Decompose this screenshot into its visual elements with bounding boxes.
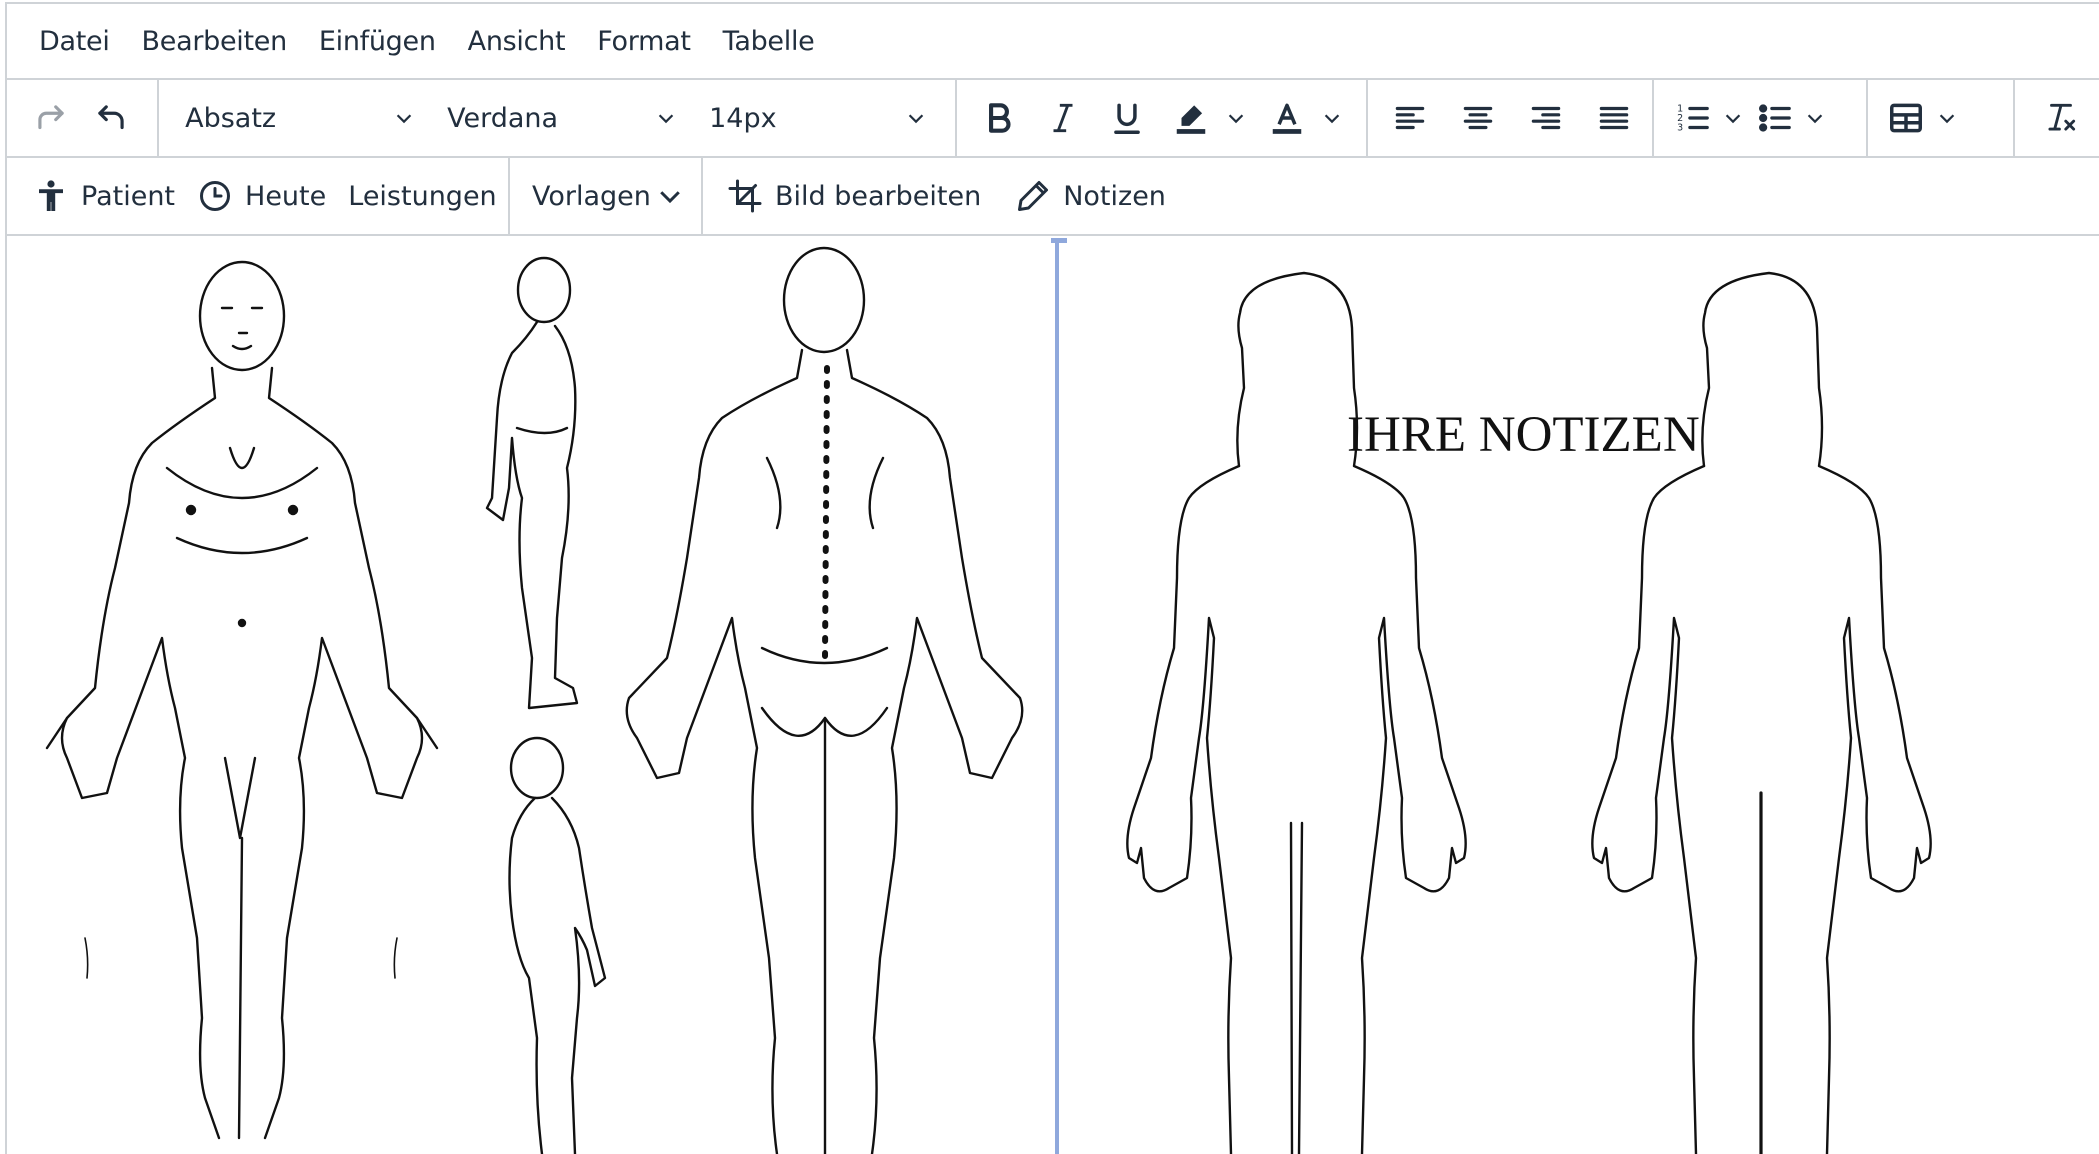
text-color-button[interactable] [1259,90,1315,146]
list-group: 123 [1654,80,1868,156]
pencil-icon [1018,181,1049,211]
edit-image-button[interactable]: Bild bearbeiten [717,168,991,224]
menu-ansicht[interactable]: Ansicht [454,18,580,65]
underline-button[interactable] [1099,90,1155,146]
alignment-group [1368,80,1655,156]
chevron-down-icon[interactable] [1800,90,1830,146]
back-body-figure [625,246,1024,1154]
table-group [1868,80,2015,156]
text-format-group [957,80,1369,156]
menubar: Datei Bearbeiten Einfügen Ansicht Format… [7,4,2099,80]
undo-button[interactable] [83,90,139,146]
services-label: Leistungen [348,180,497,212]
chevron-down-icon [655,168,685,224]
highlight-split-button[interactable] [1163,90,1251,146]
italic-icon [1053,103,1073,133]
crop-icon [728,179,762,213]
today-label: Heute [245,180,327,212]
align-center-button[interactable] [1450,90,1506,146]
font-size-value: 14px [709,102,777,134]
formatting-toolbar: Absatz Verdana 14px 1 2 3 [7,80,2099,158]
custom-toolbar: Patient Heute Leistungen Vorlagen Bild b… [7,158,2099,236]
clear-formatting-icon [2048,103,2076,131]
undo-icon [98,105,124,130]
font-family-value: Verdana [447,102,559,134]
today-button[interactable]: Heute [187,168,336,224]
block-format-value: Absatz [185,102,277,134]
templates-group: Vorlagen [510,158,703,234]
font-family-select[interactable]: Verdana [433,90,695,146]
numbered-list-split-button[interactable]: 123 [1670,90,1748,146]
bullet-list-icon [1759,104,1791,132]
table-icon [1889,103,1922,133]
notes-heading: IHRE NOTIZEN [1347,407,1700,463]
editor-content[interactable]: IHRE NOTIZEN [7,238,2099,1154]
underline-icon [1114,103,1140,134]
menu-datei[interactable]: Datei [25,18,124,65]
highlight-button[interactable] [1163,90,1219,146]
align-right-button[interactable] [1518,90,1574,146]
align-justify-icon [1599,106,1629,130]
front-body-figure [45,260,439,1140]
body-outline-image[interactable] [1064,238,2099,1154]
side-body-figure-lower [508,736,607,1154]
italic-button[interactable] [1035,90,1091,146]
patient-label: Patient [81,180,176,212]
chevron-down-icon[interactable] [1932,90,1962,146]
chevron-down-icon[interactable] [1718,90,1748,146]
bold-button[interactable] [971,90,1027,146]
chevron-down-icon [651,90,681,146]
chevron-down-icon[interactable] [1221,90,1251,146]
table-button[interactable] [1882,90,1930,146]
text-style-group: Absatz Verdana 14px [159,80,958,156]
align-left-button[interactable] [1382,90,1438,146]
clock-icon [200,181,231,211]
image-resize-handle[interactable] [1055,238,1064,1154]
templates-menu-button[interactable]: Vorlagen [522,168,695,224]
font-size-select[interactable]: 14px [695,90,945,146]
menu-bearbeiten[interactable]: Bearbeiten [128,18,301,65]
text-color-split-button[interactable] [1259,90,1347,146]
highlight-pen-icon [1176,105,1206,134]
menu-einfuegen[interactable]: Einfügen [305,18,450,65]
align-left-icon [1395,106,1425,130]
chevron-down-icon [901,90,931,146]
align-justify-button[interactable] [1586,90,1642,146]
redo-button[interactable] [23,90,79,146]
side-body-figure-upper [485,256,579,710]
clear-formatting-button[interactable] [2033,90,2089,146]
block-format-select[interactable]: Absatz [171,90,433,146]
svg-text:3: 3 [1677,123,1683,134]
clear-format-group [2015,80,2099,156]
templates-label: Vorlagen [532,180,651,212]
services-button[interactable]: Leistungen [338,168,506,224]
align-center-icon [1463,106,1493,130]
bullet-list-split-button[interactable] [1752,90,1830,146]
history-group [7,80,160,156]
notes-button[interactable]: Notizen [1005,168,1176,224]
numbered-list-button[interactable]: 123 [1670,90,1716,146]
redo-icon [38,105,64,130]
bullet-list-button[interactable] [1752,90,1798,146]
anatomy-diagram-image[interactable] [7,238,1055,1154]
numbered-list-icon: 123 [1677,104,1709,134]
patient-button[interactable]: Patient [23,168,185,224]
image-tools-group: Bild bearbeiten Notizen [703,158,1186,234]
patient-group: Patient Heute Leistungen [7,158,510,234]
menu-format[interactable]: Format [583,18,704,65]
menu-tabelle[interactable]: Tabelle [709,18,829,65]
chevron-down-icon [389,90,419,146]
accessibility-person-icon [39,180,63,211]
edit-image-label: Bild bearbeiten [775,180,982,212]
bold-icon [989,103,1011,133]
align-right-icon [1531,106,1561,130]
text-color-icon [1272,103,1302,134]
notes-label: Notizen [1063,180,1166,212]
table-split-button[interactable] [1882,90,1962,146]
chevron-down-icon[interactable] [1317,90,1347,146]
